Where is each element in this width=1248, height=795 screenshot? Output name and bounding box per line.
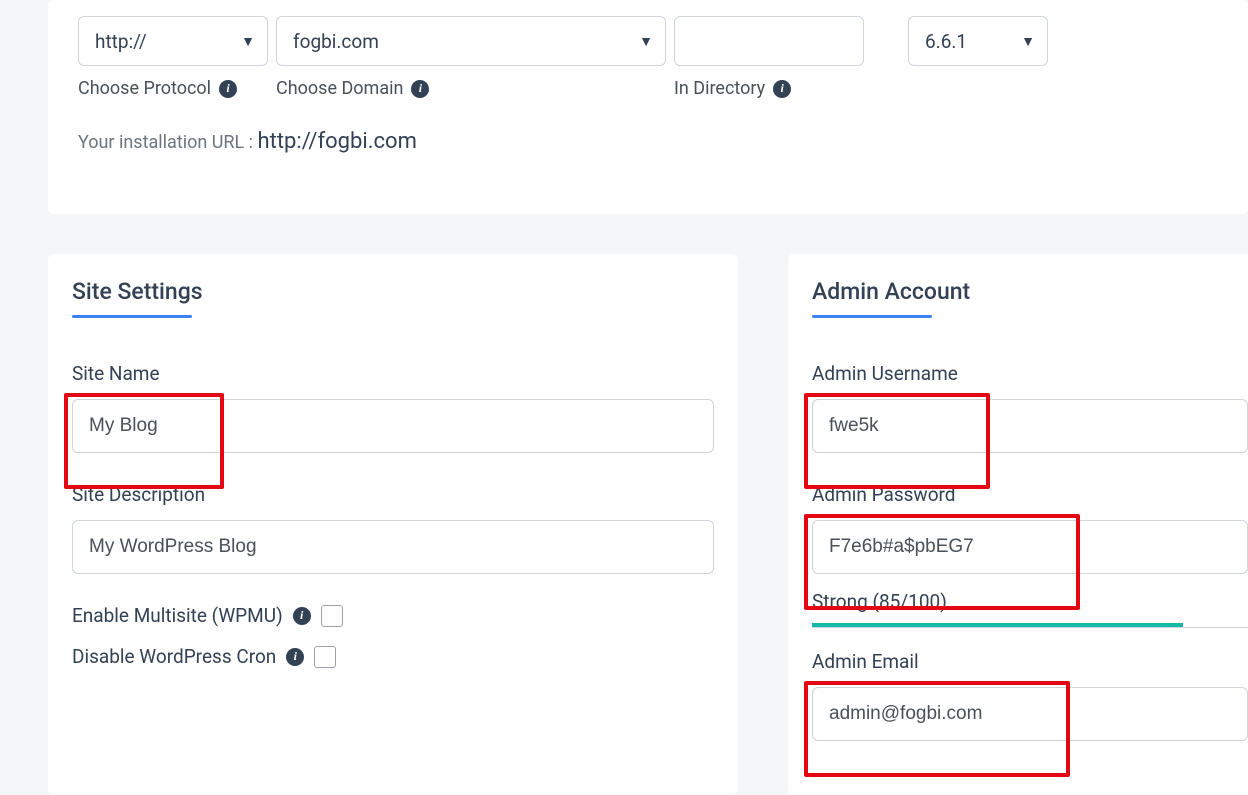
admin-email-label: Admin Email xyxy=(812,650,1248,673)
domain-select-value: fogbi.com xyxy=(293,30,379,53)
admin-pass-input[interactable] xyxy=(812,520,1248,574)
version-select[interactable]: 6.6.1 ▼ xyxy=(908,16,1048,66)
setup-labels: Choose Protocol i Choose Domain i In Dir… xyxy=(78,78,1218,99)
protocol-label: Choose Protocol i xyxy=(78,78,268,99)
cron-checkbox[interactable] xyxy=(314,646,336,668)
admin-email-input[interactable] xyxy=(812,687,1248,741)
multisite-row: Enable Multisite (WPMU) i xyxy=(72,604,714,627)
admin-user-input[interactable] xyxy=(812,399,1248,453)
admin-pass-label: Admin Password xyxy=(812,483,1248,506)
site-desc-label: Site Description xyxy=(72,483,714,506)
admin-pass-highlight xyxy=(812,520,1248,604)
info-icon[interactable]: i xyxy=(286,648,304,666)
cron-row: Disable WordPress Cron i xyxy=(72,645,714,668)
installation-url-line: Your installation URL : http://fogbi.com xyxy=(78,129,1218,154)
info-icon[interactable]: i xyxy=(219,80,237,98)
site-name-label: Site Name xyxy=(72,362,714,385)
multisite-label: Enable Multisite (WPMU) xyxy=(72,604,283,627)
info-icon[interactable]: i xyxy=(773,80,791,98)
directory-label: In Directory i xyxy=(674,78,864,99)
url-prefix: Your installation URL : xyxy=(78,132,258,153)
installation-url: http://fogbi.com xyxy=(258,129,417,154)
site-settings-card: Site Settings Site Name Site Description… xyxy=(48,254,738,795)
domain-select[interactable]: fogbi.com ▼ xyxy=(276,16,666,66)
domain-label: Choose Domain i xyxy=(276,78,666,99)
card-title: Admin Account xyxy=(812,278,1248,305)
protocol-select-value: http:// xyxy=(95,30,147,53)
chevron-down-icon: ▼ xyxy=(241,33,255,50)
multisite-checkbox[interactable] xyxy=(321,605,343,627)
domain-label-text: Choose Domain xyxy=(276,78,403,99)
site-name-input[interactable] xyxy=(72,399,714,453)
software-setup-card: http:// ▼ fogbi.com ▼ 6.6.1 ▼ Choose Pro… xyxy=(48,0,1248,214)
protocol-label-text: Choose Protocol xyxy=(78,78,211,99)
title-underline xyxy=(72,315,192,318)
password-strength-bar xyxy=(812,623,1248,628)
admin-email-highlight xyxy=(812,687,1248,771)
directory-input[interactable] xyxy=(674,16,864,66)
protocol-select[interactable]: http:// ▼ xyxy=(78,16,268,66)
setup-row: http:// ▼ fogbi.com ▼ 6.6.1 ▼ xyxy=(78,0,1218,66)
admin-user-highlight xyxy=(812,399,1248,483)
info-icon[interactable]: i xyxy=(411,80,429,98)
cron-label: Disable WordPress Cron xyxy=(72,645,276,668)
chevron-down-icon: ▼ xyxy=(639,33,653,50)
settings-row: Site Settings Site Name Site Description… xyxy=(48,254,1248,795)
site-name-highlight xyxy=(72,399,714,483)
admin-account-card: Admin Account Admin Username Admin Passw… xyxy=(788,254,1248,795)
title-underline xyxy=(812,315,932,318)
version-select-value: 6.6.1 xyxy=(925,30,967,53)
password-strength-fill xyxy=(812,623,1183,627)
chevron-down-icon: ▼ xyxy=(1021,33,1035,50)
info-icon[interactable]: i xyxy=(293,607,311,625)
directory-label-text: In Directory xyxy=(674,78,765,99)
card-title: Site Settings xyxy=(72,278,714,305)
admin-user-label: Admin Username xyxy=(812,362,1248,385)
site-desc-input[interactable] xyxy=(72,520,714,574)
